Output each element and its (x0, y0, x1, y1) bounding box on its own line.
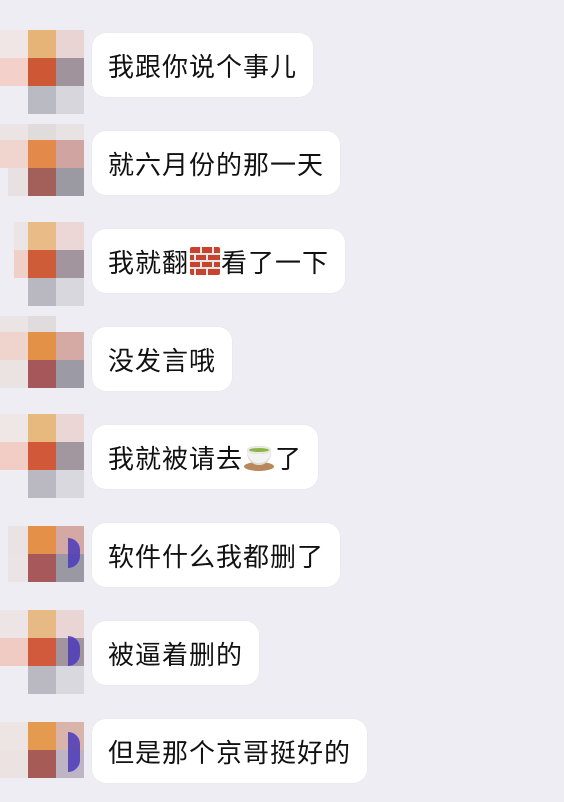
message-bubble[interactable]: 我就翻 看了一下 (92, 229, 346, 293)
message-bubble[interactable]: 没发言哦 (92, 327, 233, 391)
message-row: 没发言哦 (0, 312, 564, 410)
message-text: 我跟你说个事儿 (108, 52, 298, 83)
avatar[interactable] (0, 312, 90, 410)
message-text: 就六月份的那一天 (108, 150, 325, 181)
message-bubble[interactable]: 软件什么我都删了 (92, 523, 341, 587)
message-row: 我就被请去 了 (0, 410, 564, 508)
message-bubble[interactable]: 但是那个京哥挺好的 (92, 719, 368, 783)
message-text: 没发言哦 (108, 346, 217, 377)
brick-emoji-icon (190, 247, 221, 275)
message-text-end: 看了一下 (221, 248, 330, 279)
message-text-start: 我就翻 (108, 248, 190, 279)
avatar[interactable] (0, 606, 90, 704)
chat-message-list: 我跟你说个事儿 就六月份的那一天 我就翻 看了一下 没发言哦 我就被请去 了 软… (0, 0, 564, 800)
avatar[interactable] (0, 18, 90, 116)
message-row: 软件什么我都删了 (0, 508, 564, 606)
avatar-accent (68, 732, 80, 772)
message-bubble[interactable]: 我跟你说个事儿 (92, 33, 314, 97)
message-text: 被逼着删的 (108, 640, 244, 671)
message-text: 但是那个京哥挺好的 (108, 738, 352, 769)
avatar[interactable] (0, 116, 90, 214)
tea-emoji-icon (244, 443, 275, 471)
avatar[interactable] (0, 704, 90, 802)
message-bubble[interactable]: 我就被请去 了 (92, 425, 319, 489)
message-bubble[interactable]: 就六月份的那一天 (92, 131, 341, 195)
message-row: 我就翻 看了一下 (0, 214, 564, 312)
message-row: 被逼着删的 (0, 606, 564, 704)
message-row: 就六月份的那一天 (0, 116, 564, 214)
message-row: 但是那个京哥挺好的 (0, 704, 564, 802)
message-bubble[interactable]: 被逼着删的 (92, 621, 260, 685)
message-row: 我跟你说个事儿 (0, 18, 564, 116)
message-text: 软件什么我都删了 (108, 542, 325, 573)
avatar[interactable] (0, 508, 90, 606)
message-text-end: 了 (275, 444, 303, 475)
avatar[interactable] (0, 214, 90, 312)
avatar[interactable] (0, 410, 90, 508)
message-text-start: 我就被请去 (108, 444, 244, 475)
